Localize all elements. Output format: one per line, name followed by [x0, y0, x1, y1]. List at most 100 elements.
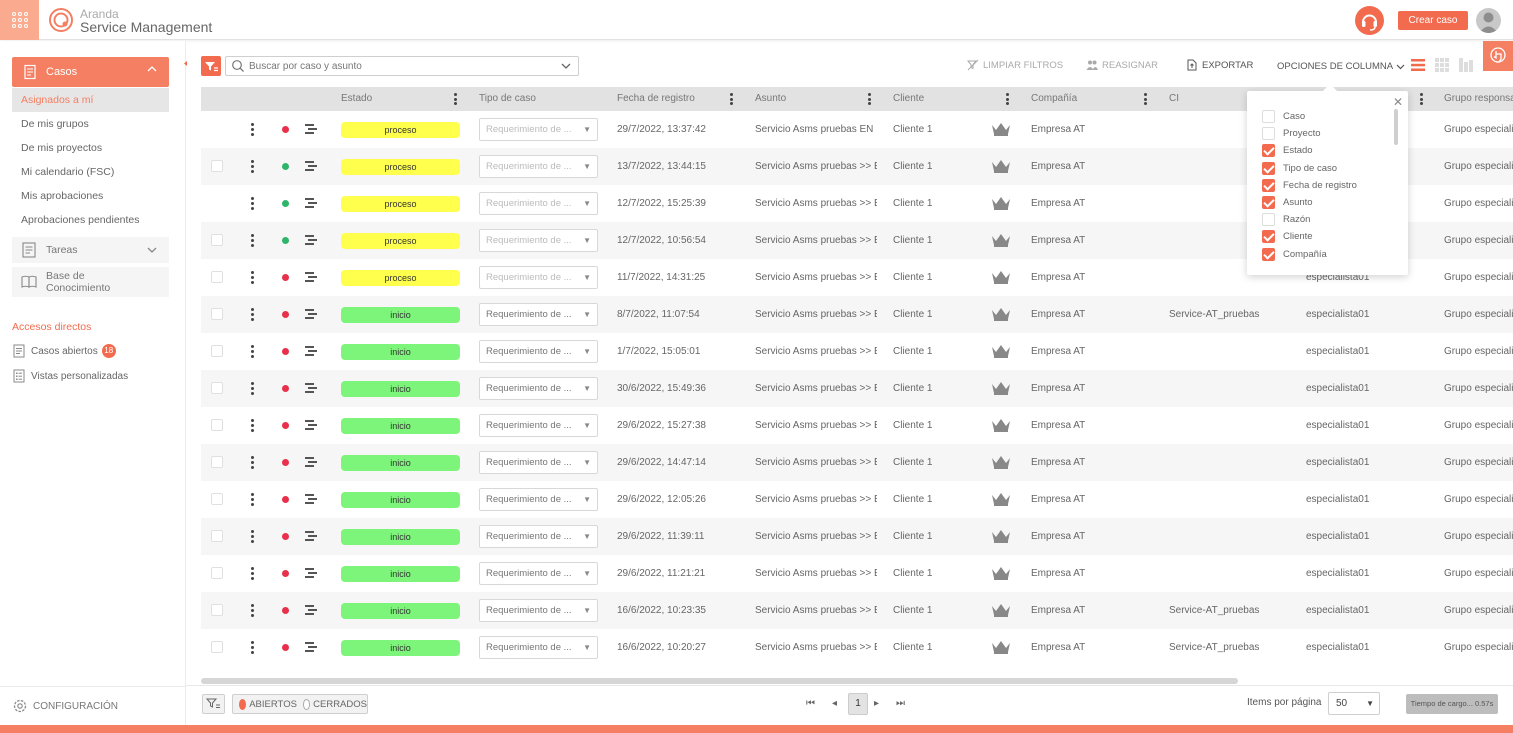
case-type-select[interactable]: Requerimiento de ... ▼: [479, 303, 598, 326]
table-row[interactable]: inicio Requerimiento de ... ▼ 16/6/2022, 10…: [201, 592, 1513, 629]
case-type-select[interactable]: Requerimiento de ... ▼: [479, 451, 598, 474]
side-panel-tab[interactable]: [1483, 41, 1513, 71]
row-checkbox[interactable]: [211, 382, 223, 394]
case-type-select[interactable]: Requerimiento de ... ▼: [479, 155, 598, 178]
column-menu-icon[interactable]: [454, 93, 457, 105]
row-checkbox[interactable]: [211, 530, 223, 542]
sidebar-item-my-groups[interactable]: De mis grupos: [12, 112, 169, 136]
clear-filters-button[interactable]: LIMPIAR FILTROS: [967, 59, 1063, 71]
config-link[interactable]: CONFIGURACIÓN: [0, 686, 185, 725]
panel-scrollbar[interactable]: [1394, 109, 1398, 145]
row-menu-icon[interactable]: [251, 567, 254, 580]
column-option-item[interactable]: Fecha de registro: [1262, 178, 1357, 192]
sidebar-item-pending-approvals[interactable]: Aprobaciones pendientes: [12, 208, 169, 232]
table-row[interactable]: inicio Requerimiento de ... ▼ 29/6/2022, 14…: [201, 444, 1513, 481]
row-menu-icon[interactable]: [251, 419, 254, 432]
row-checkbox[interactable]: [211, 271, 223, 283]
row-checkbox[interactable]: [211, 567, 223, 579]
case-type-select[interactable]: Requerimiento de ... ▼: [479, 229, 598, 252]
case-type-select[interactable]: Requerimiento de ... ▼: [479, 340, 598, 363]
row-checkbox[interactable]: [211, 604, 223, 616]
case-type-select[interactable]: Requerimiento de ... ▼: [479, 599, 598, 622]
chevron-down-icon[interactable]: [560, 60, 572, 72]
sidebar-item-cases[interactable]: Casos: [12, 57, 169, 87]
details-icon[interactable]: [305, 123, 317, 135]
case-type-select[interactable]: Requerimiento de ... ▼: [479, 118, 598, 141]
next-page-icon[interactable]: ▸: [874, 694, 879, 714]
row-checkbox[interactable]: [211, 345, 223, 357]
first-page-icon[interactable]: ⏮: [806, 694, 815, 714]
column-option-checkbox[interactable]: [1262, 247, 1275, 261]
case-type-select[interactable]: Requerimiento de ... ▼: [479, 266, 598, 289]
column-option-checkbox[interactable]: [1262, 127, 1275, 141]
filter-button[interactable]: [201, 56, 221, 76]
case-type-select[interactable]: Requerimiento de ... ▼: [479, 562, 598, 585]
row-menu-icon[interactable]: [251, 271, 254, 284]
column-option-checkbox[interactable]: [1262, 230, 1275, 244]
case-type-select[interactable]: Requerimiento de ... ▼: [479, 414, 598, 437]
column-menu-icon[interactable]: [1144, 93, 1147, 105]
grid-view-icon[interactable]: [1434, 57, 1450, 73]
row-checkbox[interactable]: [211, 419, 223, 431]
sidebar-item-my-calendar[interactable]: Mi calendario (FSC): [12, 160, 169, 184]
list-view-icon[interactable]: [1410, 57, 1426, 73]
details-icon[interactable]: [305, 197, 317, 209]
prev-page-icon[interactable]: ◂: [832, 694, 837, 714]
column-header-registration-date[interactable]: Fecha de registro: [617, 87, 695, 111]
row-menu-icon[interactable]: [251, 382, 254, 395]
column-header-case-type[interactable]: Tipo de caso: [479, 87, 536, 111]
row-menu-icon[interactable]: [251, 345, 254, 358]
column-menu-icon[interactable]: [730, 93, 733, 105]
sidebar-item-tasks[interactable]: Tareas: [12, 237, 169, 263]
sidebar-item-my-projects[interactable]: De mis proyectos: [12, 136, 169, 160]
user-avatar-icon[interactable]: [1476, 8, 1501, 33]
column-option-item[interactable]: Caso: [1262, 110, 1305, 123]
row-menu-icon[interactable]: [251, 493, 254, 506]
details-icon[interactable]: [305, 567, 317, 579]
current-page[interactable]: 1: [848, 693, 868, 715]
column-option-item[interactable]: Compañía: [1262, 247, 1327, 261]
column-option-item[interactable]: Proyecto: [1262, 127, 1321, 141]
row-menu-icon[interactable]: [251, 308, 254, 321]
table-row[interactable]: inicio Requerimiento de ... ▼ 29/6/2022, 15…: [201, 407, 1513, 444]
column-header-responsible-group[interactable]: Grupo responsa: [1444, 87, 1513, 111]
row-menu-icon[interactable]: [251, 160, 254, 173]
column-option-checkbox[interactable]: [1262, 178, 1275, 192]
column-header-status[interactable]: Estado: [341, 87, 372, 111]
details-icon[interactable]: [305, 234, 317, 246]
row-checkbox[interactable]: [211, 308, 223, 320]
column-option-checkbox[interactable]: [1262, 144, 1275, 158]
column-header-client[interactable]: Cliente: [893, 87, 924, 111]
create-case-button[interactable]: Crear caso: [1398, 11, 1468, 30]
shortcut-custom-views[interactable]: Vistas personalizadas: [12, 369, 128, 383]
board-view-icon[interactable]: [1458, 57, 1474, 73]
column-menu-icon[interactable]: [1006, 93, 1009, 105]
row-menu-icon[interactable]: [251, 641, 254, 654]
horizontal-scrollbar[interactable]: [201, 678, 1238, 684]
column-option-checkbox[interactable]: [1262, 161, 1275, 175]
row-checkbox[interactable]: [211, 641, 223, 653]
radio-closed[interactable]: [302, 698, 311, 710]
column-options-button[interactable]: OPCIONES DE COLUMNA: [1277, 58, 1405, 74]
row-menu-icon[interactable]: [251, 197, 254, 210]
details-icon[interactable]: [305, 382, 317, 394]
details-icon[interactable]: [305, 604, 317, 616]
details-icon[interactable]: [305, 493, 317, 505]
table-row[interactable]: inicio Requerimiento de ... ▼ 1/7/2022, 15:…: [201, 333, 1513, 370]
reassign-button[interactable]: REASIGNAR: [1086, 59, 1158, 71]
details-icon[interactable]: [305, 271, 317, 283]
column-option-item[interactable]: Asunto: [1262, 196, 1313, 209]
table-row[interactable]: inicio Requerimiento de ... ▼ 29/6/2022, 11…: [201, 555, 1513, 592]
row-checkbox[interactable]: [211, 234, 223, 246]
close-icon[interactable]: ✕: [1393, 95, 1403, 109]
column-option-item[interactable]: Razón: [1262, 213, 1310, 227]
details-icon[interactable]: [305, 530, 317, 542]
search-input[interactable]: Buscar por caso y asunto: [225, 56, 579, 76]
row-menu-icon[interactable]: [251, 234, 254, 247]
sidebar-item-knowledge-base[interactable]: Base de Conocimiento: [12, 267, 169, 297]
footer-filter-button[interactable]: [202, 694, 225, 714]
case-type-select[interactable]: Requerimiento de ... ▼: [479, 377, 598, 400]
column-menu-icon[interactable]: [868, 93, 871, 105]
column-header-subject[interactable]: Asunto: [755, 87, 786, 111]
details-icon[interactable]: [305, 456, 317, 468]
